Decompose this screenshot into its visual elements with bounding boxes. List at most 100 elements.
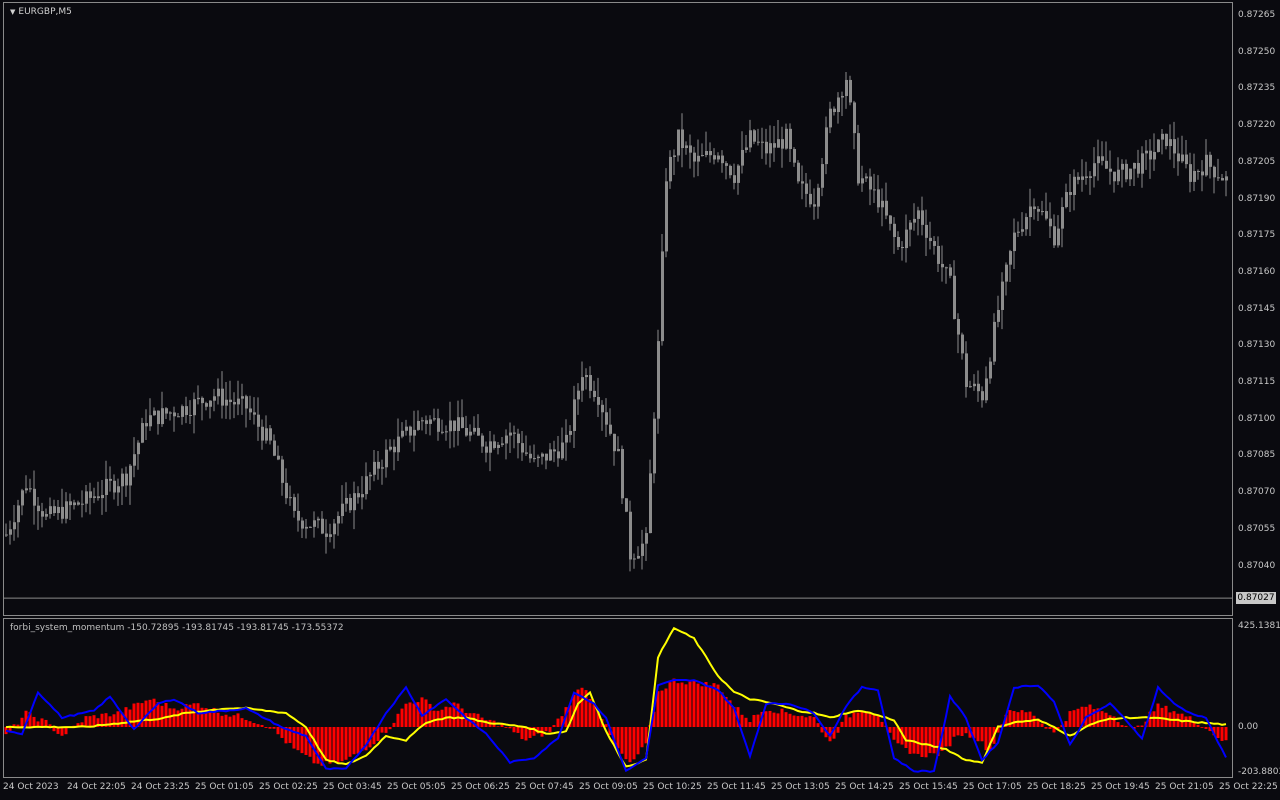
candle-body — [105, 478, 108, 495]
candle-body — [801, 181, 804, 184]
candle-body — [381, 467, 384, 469]
time-axis: 24 Oct 2023 24 Oct 22:05 24 Oct 23:25 25 Oc… — [0, 778, 1280, 800]
candle-body — [933, 241, 936, 246]
candle-body — [977, 383, 980, 392]
candle-body — [909, 222, 912, 230]
candle-body — [1077, 176, 1080, 180]
candle-body — [669, 156, 672, 182]
candle-body — [497, 444, 500, 448]
candle-body — [581, 377, 584, 391]
candle-body — [693, 152, 696, 162]
candle-body — [245, 396, 248, 409]
candle-body — [661, 251, 664, 342]
candle-body — [553, 449, 556, 452]
candle-body — [41, 511, 44, 517]
candle-body — [1125, 163, 1128, 180]
candle-body — [69, 501, 72, 506]
candle-body — [725, 163, 728, 166]
candle-body — [213, 396, 216, 401]
chart-canvas[interactable] — [0, 0, 1280, 800]
price-tick-label: 0.87160 — [1238, 266, 1276, 277]
candle-body — [565, 434, 568, 443]
candle-body — [433, 418, 436, 420]
candle-body — [969, 386, 972, 388]
candle-body — [893, 223, 896, 238]
candle-body — [1097, 156, 1100, 164]
candle-body — [265, 428, 268, 441]
candle-body — [397, 436, 400, 453]
candle-body — [401, 430, 404, 437]
candle-body — [541, 453, 544, 457]
candle-body — [141, 423, 144, 443]
candle-body — [517, 433, 520, 444]
candle-body — [93, 496, 96, 498]
candle-body — [181, 406, 184, 417]
price-tick-label: 0.87145 — [1238, 303, 1276, 314]
candle-body — [1177, 153, 1180, 162]
candle-body — [1121, 163, 1124, 170]
candle-body — [717, 155, 720, 160]
candle-body — [781, 139, 784, 149]
candle-body — [341, 503, 344, 517]
candle-body — [1117, 169, 1120, 182]
candle-body — [101, 494, 104, 499]
candle-body — [385, 449, 388, 468]
price-axis: 0.87265 0.87250 0.87235 0.87220 0.87205 0.871… — [1234, 0, 1280, 800]
candle-body — [353, 493, 356, 511]
indicator-scale-bottom: -203.8803 — [1238, 767, 1280, 777]
time-tick-label: 25 Oct 01:05 — [195, 782, 254, 792]
candle-body — [949, 267, 952, 276]
candle-body — [1053, 226, 1056, 246]
candle-body — [233, 402, 236, 405]
candle-body — [929, 237, 932, 242]
candle-body — [465, 427, 468, 436]
candle-body — [177, 416, 180, 418]
candle-body — [57, 506, 60, 514]
candle-body — [173, 412, 176, 417]
time-tick-label: 25 Oct 06:25 — [451, 782, 510, 792]
candle-body — [493, 441, 496, 448]
candle-body — [665, 181, 668, 252]
candle-body — [561, 442, 564, 459]
candle-body — [537, 456, 540, 459]
candle-body — [1145, 150, 1148, 154]
candle-body — [1037, 209, 1040, 212]
price-tick-label: 0.87130 — [1238, 340, 1276, 351]
candle-body — [1209, 154, 1212, 167]
candle-body — [429, 419, 432, 424]
candle-body — [133, 454, 136, 466]
candle-body — [261, 426, 264, 441]
candle-body — [1021, 229, 1024, 232]
candle-body — [937, 245, 940, 264]
candle-body — [729, 165, 732, 176]
candle-body — [337, 516, 340, 524]
candle-body — [649, 473, 652, 534]
candle-body — [913, 218, 916, 223]
candle-body — [1197, 170, 1200, 172]
candle-body — [765, 141, 768, 154]
candle-body — [1157, 139, 1160, 152]
candle-body — [989, 361, 992, 379]
time-tick-label: 25 Oct 03:45 — [323, 782, 382, 792]
candle-body — [37, 505, 40, 512]
candle-body — [953, 275, 956, 319]
candle-body — [1009, 251, 1012, 265]
candle-body — [621, 449, 624, 499]
candle-body — [761, 141, 764, 143]
candle-body — [653, 418, 656, 474]
candle-body — [673, 155, 676, 157]
candle-body — [1193, 170, 1196, 182]
candle-body — [757, 141, 760, 143]
candle-body — [309, 526, 312, 528]
candle-body — [633, 558, 636, 560]
candle-body — [941, 263, 944, 268]
candle-body — [29, 488, 32, 490]
time-tick-label: 24 Oct 23:25 — [131, 782, 190, 792]
candle-body — [1069, 192, 1072, 195]
price-tick-label: 0.87175 — [1238, 230, 1276, 241]
candle-body — [533, 458, 536, 460]
candle-body — [901, 246, 904, 249]
candle-body — [225, 399, 228, 406]
candle-body — [733, 175, 736, 183]
price-tick-label: 0.87100 — [1238, 413, 1276, 424]
